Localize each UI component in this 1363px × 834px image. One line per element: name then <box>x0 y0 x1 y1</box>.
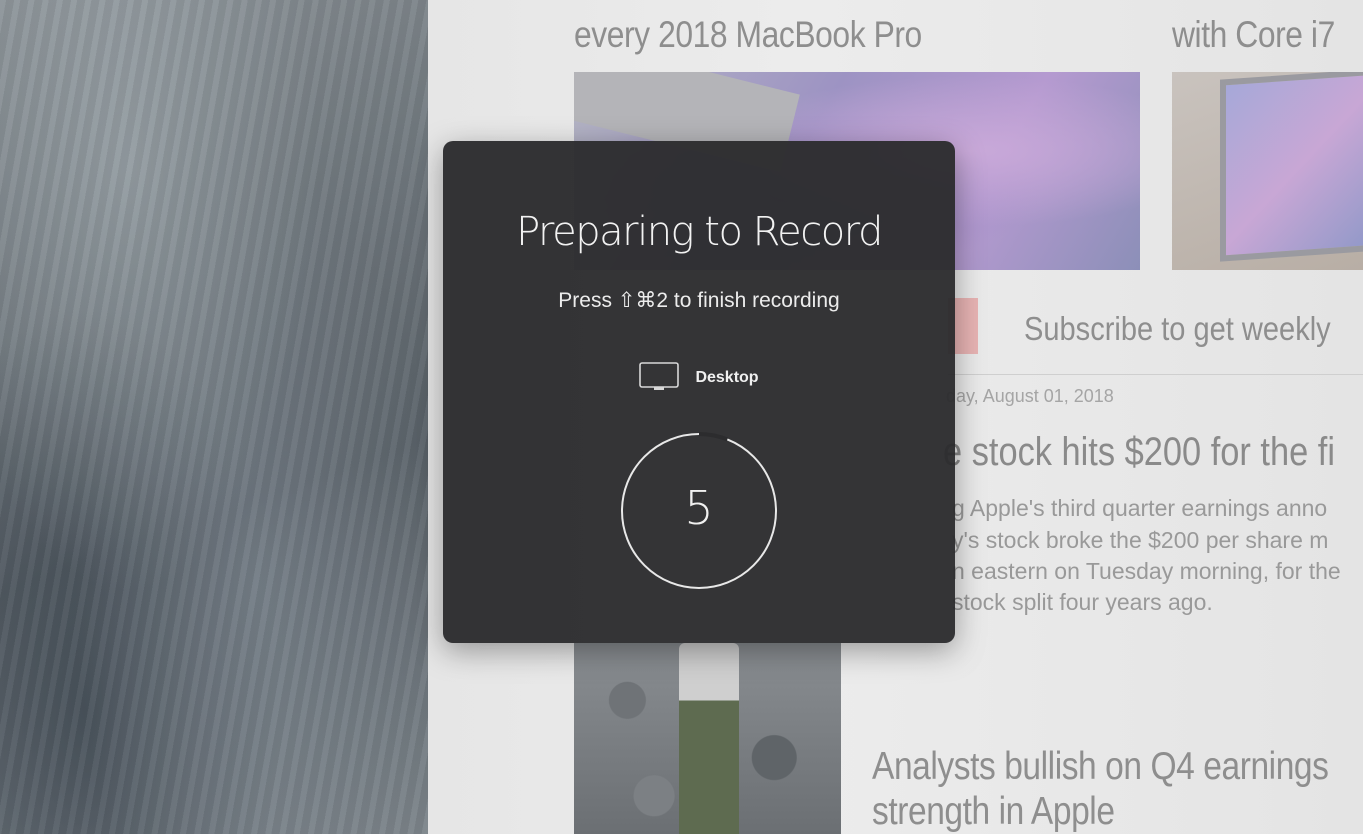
laptop-screen <box>1220 72 1363 262</box>
stop-shortcut-hint: Press ⇧⌘2 to finish recording <box>558 289 840 312</box>
article-body-line: n eastern on Tuesday morning, for the <box>952 558 1341 584</box>
article-body-line: stock split four years ago. <box>952 589 1213 615</box>
desktop-wallpaper <box>0 0 428 834</box>
article-headline-core-i7[interactable]: with Core i7 <box>1172 14 1335 56</box>
section-divider <box>948 374 1363 375</box>
article-headline-macbook[interactable]: every 2018 MacBook Pro <box>574 14 922 56</box>
record-target-label: Desktop <box>695 369 759 386</box>
subscribe-text[interactable]: Subscribe to get weekly <box>1024 310 1331 348</box>
article-body-line: g Apple's third quarter earnings anno <box>952 495 1328 521</box>
article-date: day, August 01, 2018 <box>946 386 1114 406</box>
razor-handle <box>679 643 739 834</box>
recording-countdown-panel: Preparing to Record Press ⇧⌘2 to finish … <box>443 141 955 643</box>
article-body-line: y's stock broke the $200 per share m <box>952 527 1329 553</box>
article-thumbnail-laptop[interactable] <box>1172 72 1363 270</box>
article-title[interactable]: e stock hits $200 for the fi <box>943 430 1335 475</box>
countdown-number: 5 <box>684 481 714 535</box>
article-headline-analysts-line2[interactable]: strength in Apple <box>872 790 1115 834</box>
panel-title: Preparing to Record <box>516 209 883 255</box>
article-headline-analysts[interactable]: Analysts bullish on Q4 earnings <box>872 745 1329 789</box>
record-target: Desktop <box>443 361 955 395</box>
monitor-icon <box>639 362 680 394</box>
article-thumbnail-razor[interactable] <box>574 643 841 834</box>
